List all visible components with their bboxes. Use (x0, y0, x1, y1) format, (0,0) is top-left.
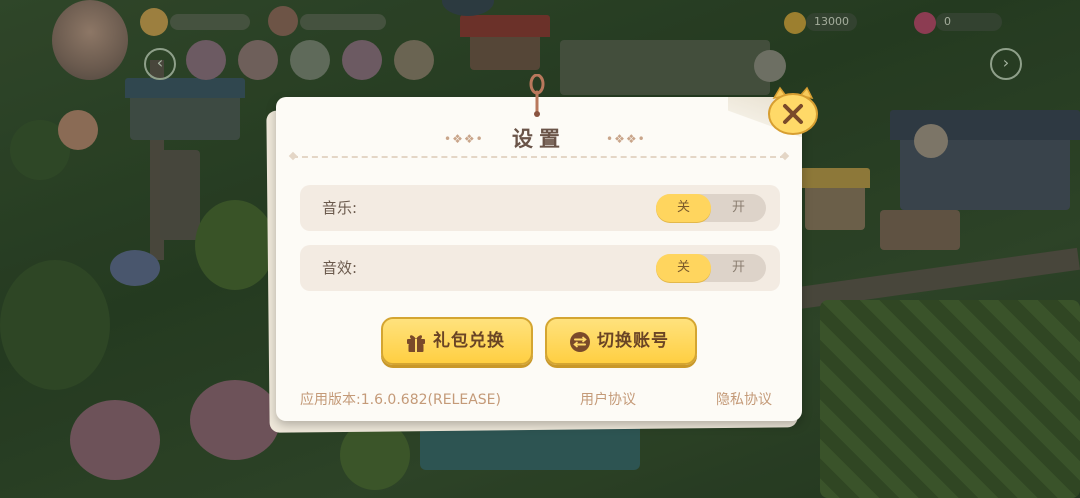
switch-account-label: 切换账号 (597, 331, 669, 351)
app-version-text: 应用版本:1.6.0.682(RELEASE) (300, 392, 501, 408)
gift-code-redeem-button[interactable]: 礼包兑换 (381, 317, 533, 365)
player-avatar[interactable] (52, 0, 128, 80)
event-icon[interactable] (186, 40, 226, 80)
task-icon[interactable] (58, 110, 98, 150)
title-ornament-right: •❖❖• (606, 132, 646, 146)
sound-effect-off-option[interactable]: 关 (656, 254, 711, 282)
shop-icon[interactable] (238, 40, 278, 80)
gift-icon[interactable] (290, 40, 330, 80)
friend-avatar-icon[interactable] (268, 6, 298, 36)
sound-effect-setting-row: 音效: 关 开 (300, 245, 780, 291)
privacy-policy-link[interactable]: 隐私协议 (716, 389, 772, 409)
experience-bar (170, 14, 250, 30)
close-button[interactable] (766, 86, 820, 136)
music-off-option[interactable]: 关 (656, 194, 711, 222)
gift-code-redeem-label: 礼包兑换 (433, 331, 505, 351)
gift-box-icon (407, 335, 425, 352)
music-setting-row: 音乐: 关 开 (300, 185, 780, 231)
ruby-counter: 0 (936, 13, 1002, 31)
switch-arrows-icon (570, 332, 590, 352)
scroll-left-arrow-icon[interactable]: ‹ (144, 48, 176, 80)
modal-title: 设置 (512, 127, 566, 151)
quest-icon[interactable] (342, 40, 382, 80)
activity-icon[interactable] (394, 40, 434, 80)
sound-effect-toggle[interactable]: 关 开 (656, 254, 766, 282)
music-toggle[interactable]: 关 开 (656, 194, 766, 222)
title-divider (292, 156, 786, 158)
user-agreement-link[interactable]: 用户协议 (580, 389, 636, 409)
coin-counter: 13000 (806, 13, 857, 31)
sound-effect-label: 音效: (322, 259, 358, 277)
title-row: 设置 (276, 123, 802, 153)
switch-account-button[interactable]: 切换账号 (545, 317, 697, 365)
music-label: 音乐: (322, 199, 358, 217)
hanging-hook-icon (529, 74, 545, 117)
npc-marker-icon[interactable] (754, 50, 786, 82)
sound-effect-on-option[interactable]: 开 (711, 254, 766, 282)
npc-marker-icon[interactable] (914, 124, 948, 158)
ruby-icon (914, 12, 936, 34)
level-badge-icon (140, 8, 168, 36)
energy-bar (300, 14, 386, 30)
scroll-right-arrow-icon[interactable]: › (990, 48, 1022, 80)
music-on-option[interactable]: 开 (711, 194, 766, 222)
coin-icon (784, 12, 806, 34)
